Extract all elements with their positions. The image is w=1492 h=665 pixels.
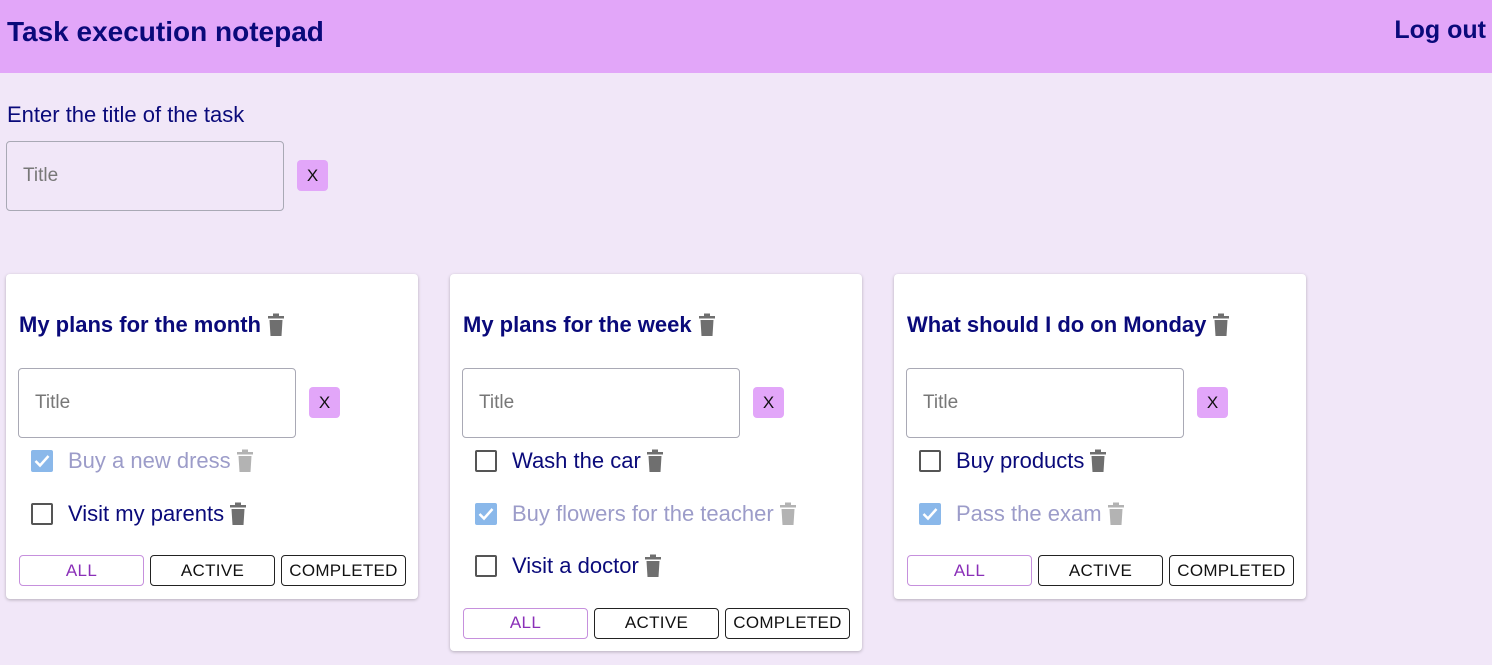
task-label: Visit a doctor (512, 553, 639, 578)
filter-completed-button[interactable]: COMPLETED (725, 607, 850, 639)
todo-card: My plans for the month X Buy a new dress Vi… (6, 274, 418, 599)
card-title: What should I do on Monday (907, 312, 1207, 337)
new-task-input[interactable] (906, 368, 1184, 438)
new-task-input[interactable] (18, 368, 296, 438)
card-title: My plans for the month (19, 312, 261, 337)
delete-task-icon[interactable] (1107, 502, 1125, 526)
card-title-row: My plans for the month (19, 312, 285, 338)
task-checkbox[interactable] (475, 555, 497, 577)
delete-task-icon[interactable] (779, 502, 797, 526)
delete-task-icon[interactable] (646, 449, 664, 473)
task-checkbox[interactable] (919, 450, 941, 472)
delete-task-icon[interactable] (229, 502, 247, 526)
task-label: Wash the car (512, 448, 641, 473)
todo-card: My plans for the week X Wash the car Buy fl… (450, 274, 862, 651)
filter-completed-button[interactable]: COMPLETED (1169, 555, 1294, 586)
logout-button[interactable]: Log out (1394, 16, 1486, 45)
task-item: Pass the exam (919, 501, 1125, 527)
delete-task-icon[interactable] (644, 554, 662, 578)
delete-task-icon[interactable] (1089, 449, 1107, 473)
task-label: Buy a new dress (68, 448, 231, 473)
add-list-button[interactable]: X (297, 160, 328, 191)
task-checkbox[interactable] (475, 450, 497, 472)
filter-all-button[interactable]: ALL (907, 555, 1032, 586)
delete-list-icon[interactable] (267, 313, 285, 337)
filter-completed-button[interactable]: COMPLETED (281, 555, 406, 586)
card-title: My plans for the week (463, 312, 692, 337)
app-header: Task execution notepad Log out (0, 0, 1492, 73)
add-task-button[interactable]: X (1197, 387, 1228, 418)
task-item: Visit a doctor (475, 553, 662, 579)
task-checkbox[interactable] (31, 450, 53, 472)
task-label: Buy flowers for the teacher (512, 500, 774, 526)
card-title-row: My plans for the week (463, 312, 716, 338)
task-label: Pass the exam (956, 500, 1102, 526)
task-checkbox[interactable] (919, 502, 941, 525)
task-item: Buy a new dress (31, 448, 254, 474)
new-list-title-input[interactable] (6, 141, 284, 211)
add-task-button[interactable]: X (309, 387, 340, 418)
delete-list-icon[interactable] (1212, 313, 1230, 337)
card-title-row: What should I do on Monday (907, 312, 1230, 338)
task-label: Visit my parents (68, 500, 225, 526)
new-list-label: Enter the title of the task (7, 102, 245, 127)
task-checkbox[interactable] (31, 502, 53, 525)
task-item: Wash the car (475, 448, 664, 474)
add-task-button[interactable]: X (753, 387, 784, 418)
filter-active-button[interactable]: ACTIVE (1038, 555, 1163, 586)
filter-active-button[interactable]: ACTIVE (594, 607, 719, 639)
filter-all-button[interactable]: ALL (463, 607, 588, 639)
delete-list-icon[interactable] (698, 313, 716, 337)
app-title: Task execution notepad (7, 16, 324, 47)
delete-task-icon[interactable] (236, 449, 254, 473)
task-item: Buy products (919, 448, 1107, 474)
task-checkbox[interactable] (475, 502, 497, 525)
task-item: Buy flowers for the teacher (475, 501, 797, 527)
todo-card: What should I do on Monday X Buy products P… (894, 274, 1306, 599)
task-label: Buy products (956, 448, 1085, 473)
filter-active-button[interactable]: ACTIVE (150, 555, 275, 586)
new-task-input[interactable] (462, 368, 740, 438)
filter-all-button[interactable]: ALL (19, 555, 144, 586)
task-item: Visit my parents (31, 501, 247, 527)
